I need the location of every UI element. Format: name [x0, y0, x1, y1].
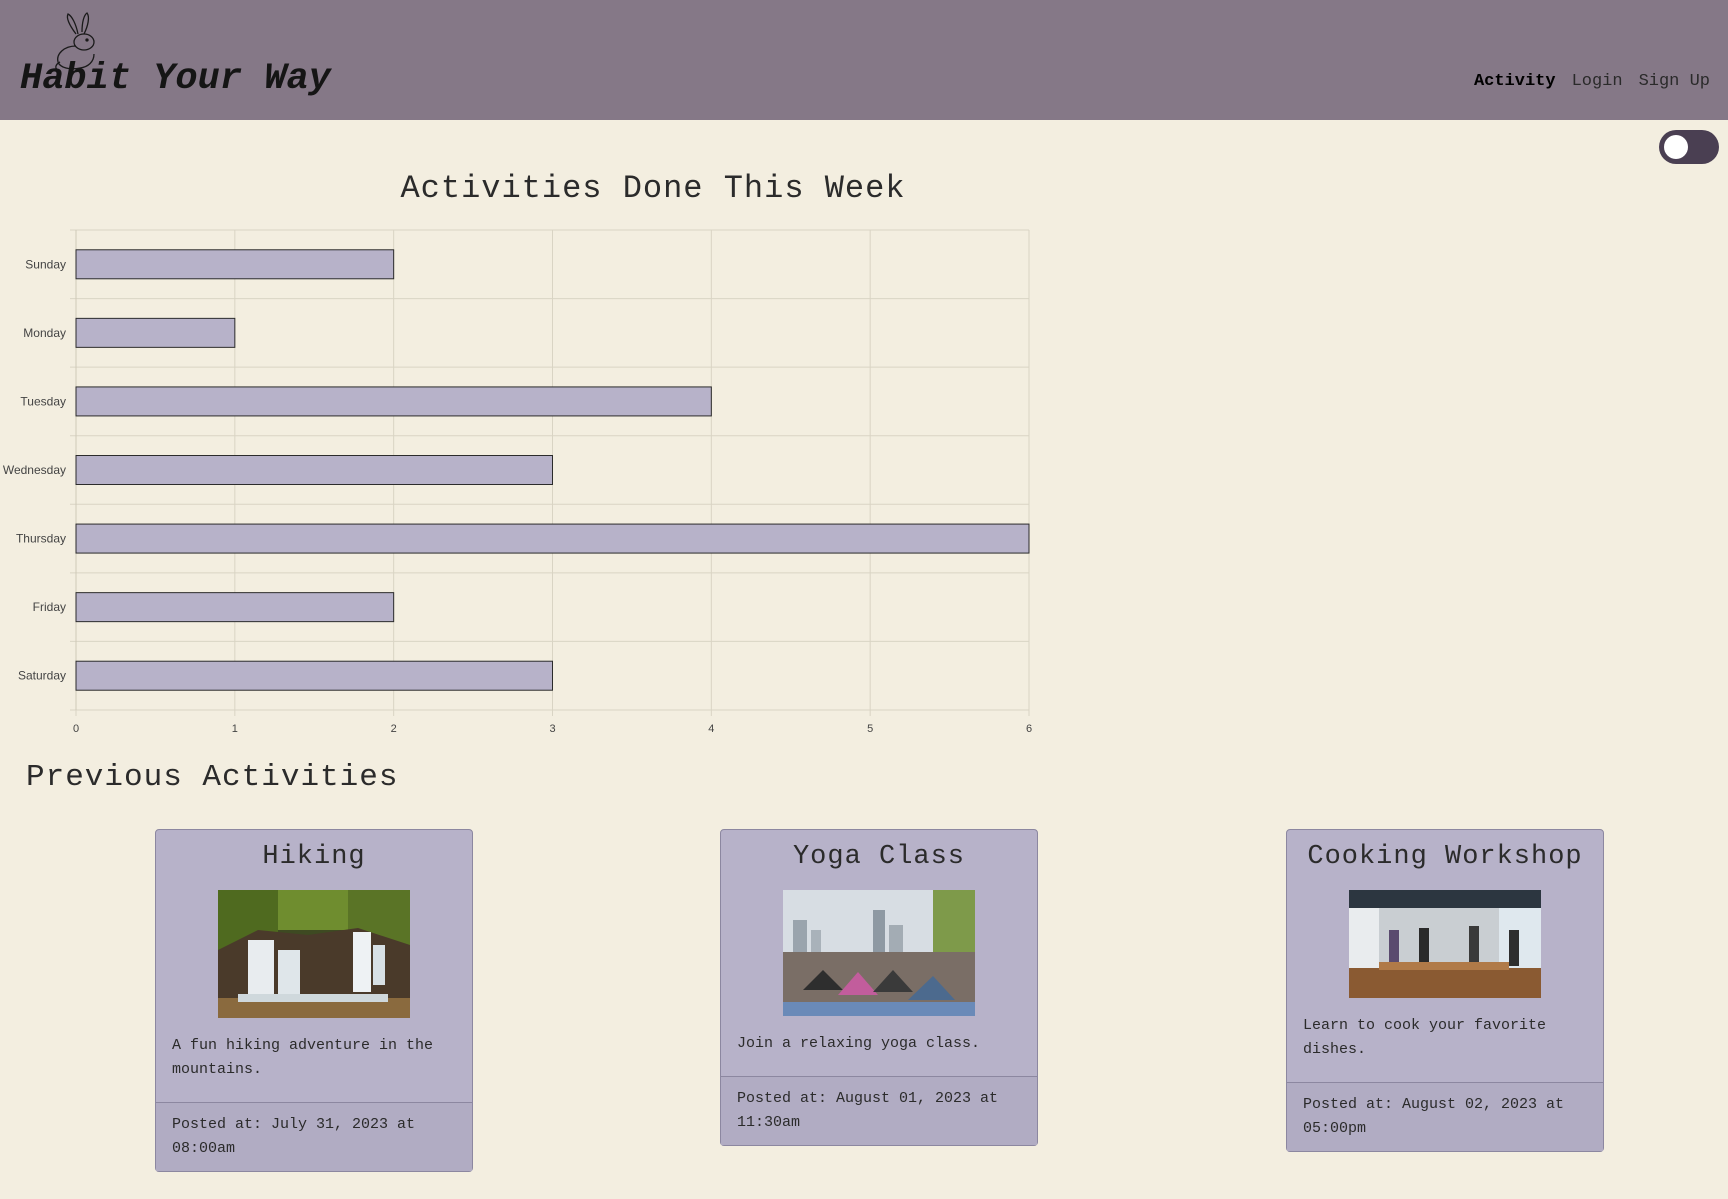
card-title: Cooking Workshop: [1307, 842, 1583, 872]
yoga-image: [783, 890, 975, 1016]
x-tick-label: 3: [549, 723, 555, 735]
bar-wednesday: [75, 455, 553, 485]
nav-link-login[interactable]: Login: [1572, 72, 1623, 91]
activity-card-hiking[interactable]: Hiking A fun hiking adventure in the mou…: [155, 829, 473, 1172]
bar-sunday: [75, 249, 395, 280]
y-tick-label: Tuesday: [20, 394, 66, 408]
theme-toggle[interactable]: [1659, 130, 1719, 164]
bar-monday: [75, 317, 236, 348]
nav-link-signup[interactable]: Sign Up: [1639, 72, 1710, 91]
y-tick-label: Monday: [23, 326, 66, 340]
x-tick-label: 5: [867, 723, 873, 735]
y-tick-label: Friday: [33, 600, 66, 614]
card-description: Join a relaxing yoga class.: [737, 1035, 981, 1052]
y-tick-label: Wednesday: [3, 463, 66, 477]
card-description: A fun hiking adventure in the mountains.: [172, 1037, 434, 1078]
brand-title[interactable]: Habit Your Way: [20, 58, 331, 100]
top-navbar: Habit Your Way Activity Login Sign Up: [0, 0, 1728, 120]
card-title: Yoga Class: [792, 842, 966, 872]
nav-link-activity[interactable]: Activity: [1474, 72, 1556, 91]
bar-tuesday: [75, 386, 712, 417]
nav-menu: Activity Login Sign Up: [1474, 72, 1710, 91]
activity-card-yoga[interactable]: Yoga Class Join a relaxing yoga class. P…: [720, 829, 1038, 1146]
card-posted-date: Posted at: July 31, 2023 at 08:00am: [156, 1102, 472, 1171]
x-tick-label: 0: [73, 723, 79, 735]
card-posted-date: Posted at: August 01, 2023 at 11:30am: [721, 1076, 1037, 1145]
x-tick-label: 1: [232, 723, 238, 735]
bar-saturday: [75, 660, 553, 691]
toggle-knob: [1664, 135, 1688, 159]
previous-activities-heading: Previous Activities: [26, 760, 399, 795]
activities-bar-chart: 0 1 2 3 4 5 6 Sunday Monday Tuesday Wednesday Thurs…: [3, 229, 1032, 735]
bar-thursday: [75, 523, 1030, 554]
y-tick-label: Saturday: [18, 669, 66, 683]
activity-card-cooking[interactable]: Cooking Workshop Learn to cook your favo…: [1286, 829, 1604, 1152]
x-tick-label: 2: [391, 723, 397, 735]
card-posted-date: Posted at: August 02, 2023 at 05:00pm: [1287, 1082, 1603, 1151]
x-tick-label: 4: [708, 723, 714, 735]
chart-title: Activities Done This Week: [400, 170, 906, 207]
card-title: Hiking: [262, 842, 366, 872]
kitchen-image: [1349, 890, 1541, 998]
x-tick-label: 6: [1026, 723, 1032, 735]
y-tick-label: Sunday: [25, 257, 66, 271]
waterfall-image: [218, 890, 410, 1018]
card-description: Learn to cook your favorite dishes.: [1303, 1017, 1547, 1058]
bar-friday: [75, 592, 395, 623]
y-tick-label: Thursday: [16, 532, 66, 546]
